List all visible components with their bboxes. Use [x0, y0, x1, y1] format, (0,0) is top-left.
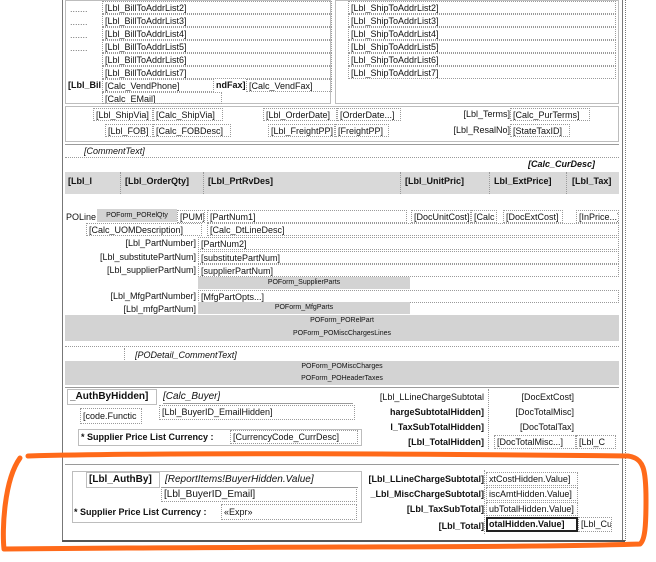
annotation-highlight: [0, 451, 649, 552]
